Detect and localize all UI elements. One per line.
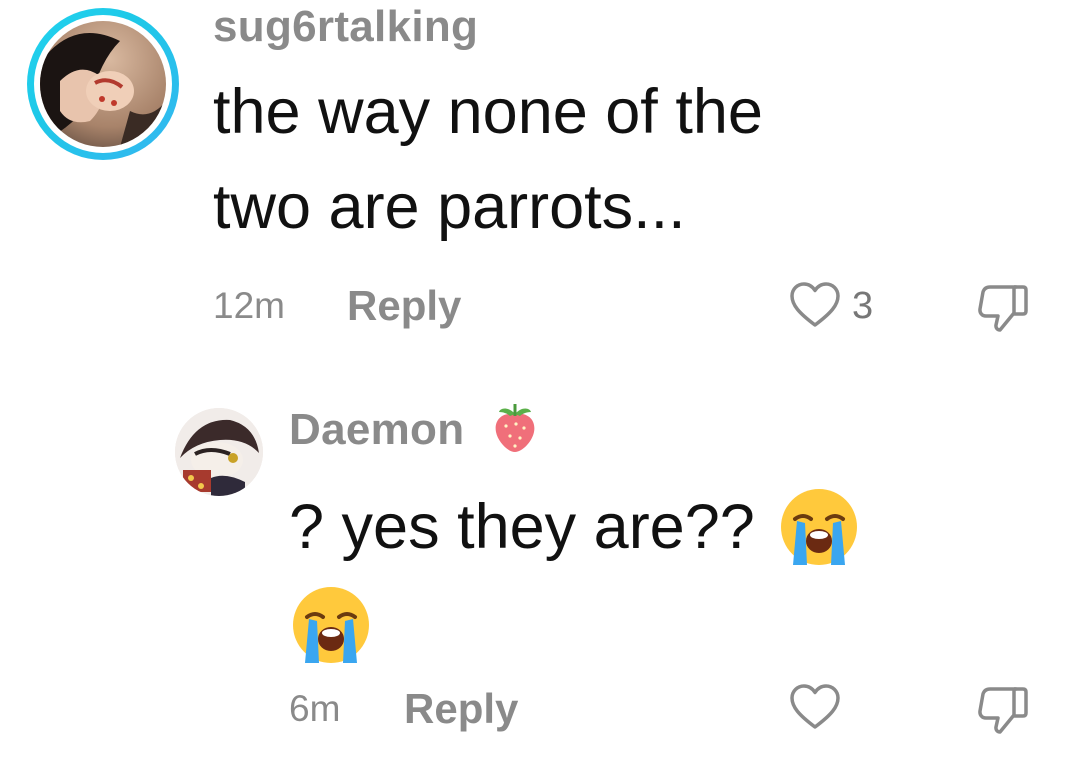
- avatar-ring-gap: [34, 15, 172, 153]
- dislike-icon[interactable]: [976, 683, 1032, 735]
- comment-text-line: two are parrots...: [213, 172, 686, 242]
- reply-avatar[interactable]: [175, 408, 263, 496]
- reply-text-line-2: [289, 576, 989, 674]
- avatar-photo-image: [40, 21, 166, 147]
- reply-text: ? yes they are??: [289, 478, 989, 674]
- like-heart-icon[interactable]: [789, 683, 841, 731]
- like-count: 3: [852, 285, 874, 327]
- reply-text-content: ? yes they are??: [289, 491, 755, 562]
- reply-timestamp: 6m: [289, 688, 341, 729]
- dislike-icon[interactable]: [976, 281, 1032, 333]
- reply-button[interactable]: Reply: [347, 282, 461, 330]
- avatar: [40, 21, 166, 147]
- comment-text: the way none of the two are parrots...: [213, 80, 1033, 270]
- reply-avatar-image: [175, 408, 263, 496]
- comment-timestamp: 12m: [213, 285, 285, 326]
- comment-text-line: the way none of the: [213, 77, 763, 147]
- reply-username[interactable]: Daemon: [289, 405, 464, 455]
- loudly-crying-face-icon: [780, 489, 857, 565]
- like-heart-icon[interactable]: [789, 281, 841, 329]
- comment-username[interactable]: sug6rtalking: [213, 2, 478, 52]
- reply-text-line: ? yes they are??: [289, 478, 989, 576]
- reply-button[interactable]: Reply: [404, 685, 518, 733]
- avatar-story-ring[interactable]: [27, 8, 179, 160]
- loudly-crying-face-icon: [293, 587, 369, 663]
- strawberry-icon: [495, 404, 535, 452]
